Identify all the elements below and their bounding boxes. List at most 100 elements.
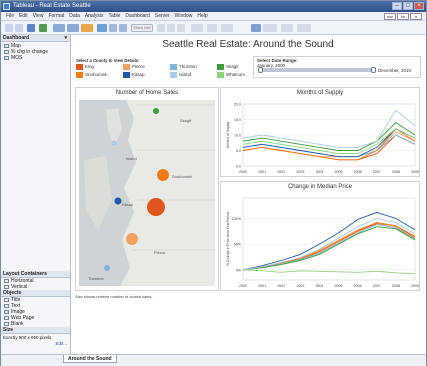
marks-card-icon[interactable] (263, 24, 277, 32)
legend-swatch (170, 72, 177, 78)
image-icon (4, 310, 9, 314)
x-tick-label: 2007 (373, 170, 381, 174)
x-tick-label: 2001 (258, 284, 266, 288)
clear-sheet-icon[interactable] (81, 24, 93, 32)
formula-icon[interactable] (297, 24, 311, 32)
county-bubble-whatcom[interactable] (153, 108, 159, 114)
map-label-snohomish: Snohomish (172, 174, 192, 179)
slider-end-handle[interactable] (371, 67, 376, 73)
x-tick-label: 2009 (411, 170, 419, 174)
menu-item-analysis[interactable]: Analysis (85, 12, 104, 20)
sort-ascending-icon[interactable] (109, 24, 117, 32)
menu-item-format[interactable]: Format (48, 12, 64, 20)
legend-label: Whatcom (226, 72, 246, 77)
menu-item-dashboard[interactable]: Dashboard (125, 12, 149, 20)
county-bubble-kitsap[interactable] (114, 197, 122, 205)
layout-containers-header: Layout Containers (1, 271, 70, 278)
date-range-slider[interactable] (258, 67, 376, 73)
months-of-supply-chart[interactable]: 0.0 5.0 10.0 15.0 20.0 2000 2001 2002 2003 2004 20… (221, 98, 421, 178)
legend-item-pierce[interactable]: Pierce (123, 64, 145, 70)
presentation-icon[interactable] (221, 24, 233, 32)
new-datasource-icon[interactable] (39, 24, 47, 32)
labels-icon[interactable] (177, 24, 185, 32)
legend-item-thurston[interactable]: Thurston (170, 64, 197, 70)
fix-axes-icon[interactable] (207, 24, 217, 32)
legend-item-whatcom[interactable]: Whatcom (217, 72, 245, 78)
change-in-median-price-chart[interactable]: 0% 50% 100% 2000 2001 2002 2003 2004 2005 2006 200… (221, 192, 421, 292)
duplicate-sheet-icon[interactable] (67, 24, 79, 32)
sort-descending-icon[interactable] (119, 24, 127, 32)
menu-item-file[interactable]: File (6, 12, 14, 20)
minimize-button[interactable]: – (392, 2, 402, 10)
legend-item-snohomish[interactable]: Snohomish (76, 72, 108, 78)
new-worksheet-icon[interactable] (53, 24, 65, 32)
menu-item-table[interactable]: Table (108, 12, 120, 20)
layout-header-label: Layout Containers (3, 271, 47, 277)
menu-item-data[interactable]: Data (69, 12, 80, 20)
menu-item-view[interactable]: View (33, 12, 44, 20)
x-tick-label: 2002 (277, 284, 285, 288)
sheet-tab-around-the-sound[interactable]: Around the Sound (63, 355, 117, 363)
change-in-median-price-panel: Change in Median Price 0% 50% 100% 2000 2001… (220, 181, 420, 291)
highlight-icon[interactable] (157, 24, 165, 32)
size-header: Size (1, 327, 70, 334)
map-label-skagit: Skagit (180, 118, 192, 123)
title-bar: Tableau - Real Estate Seattle – □ × (1, 1, 426, 12)
legend-item-skagit[interactable]: Skagit (217, 64, 239, 70)
fit-icon[interactable] (191, 24, 203, 32)
save-icon[interactable] (27, 24, 35, 32)
window-title: Tableau - Real Estate Seattle (13, 3, 91, 9)
legend-item-island[interactable]: Island (170, 72, 191, 78)
x-tick-label: 2003 (296, 170, 304, 174)
menu-item-server[interactable]: Server (155, 12, 170, 20)
swap-icon[interactable] (97, 24, 107, 32)
view-size-xxx[interactable]: xxx (384, 13, 396, 20)
slider-start-handle[interactable] (258, 67, 263, 73)
months-of-supply-panel: Months of Supply 0.0 5.0 10.0 15.0 20.0 2000 2… (220, 87, 420, 177)
undo-icon[interactable] (5, 24, 13, 32)
zoom-icon[interactable] (251, 24, 261, 32)
legend-item-king[interactable]: King (76, 64, 94, 70)
dashboard-panel-header: Dashboard ▾ (1, 35, 70, 42)
x-tick-label: 2007 (373, 284, 381, 288)
tooltip-icon[interactable] (281, 24, 293, 32)
county-bubble-thurston[interactable] (104, 265, 110, 271)
legend-swatch (76, 72, 83, 78)
worksheet-icon (4, 50, 9, 54)
show-me-button[interactable]: Show Me! (131, 24, 153, 32)
x-tick-label: 2008 (392, 284, 400, 288)
map-label-kitsap: Kitsap (122, 202, 134, 207)
y-tick-label: 50% (234, 243, 242, 247)
panel-pin-icon[interactable]: ▾ (64, 35, 67, 42)
maximize-button[interactable]: □ (403, 2, 413, 10)
size-edit-link[interactable]: Edit... (1, 341, 70, 346)
view-size-switch: xxx xx x (384, 13, 422, 20)
county-bubble-snohomish[interactable] (157, 169, 169, 181)
group-icon[interactable] (167, 24, 175, 32)
sheet-item-mos[interactable]: MOS (1, 55, 70, 61)
legend-label: Pierce (132, 64, 145, 69)
dashboard-side-panel: Dashboard ▾ Map % chg in change MOS Layo… (1, 35, 71, 354)
view-size-x[interactable]: x (410, 13, 422, 20)
sheet-item-label: MOS (11, 55, 23, 61)
x-tick-label: 2006 (354, 170, 362, 174)
legend-swatch (170, 64, 177, 70)
x-tick-label: 2002 (277, 170, 285, 174)
objects-header-label: Objects (3, 290, 22, 296)
legend-item-kitsap[interactable]: Kitsap (123, 72, 145, 78)
close-button[interactable]: × (414, 2, 424, 10)
y-tick-label: 10.0 (234, 134, 241, 138)
view-size-xx[interactable]: xx (397, 13, 409, 20)
menu-item-window[interactable]: Window (175, 12, 193, 20)
menu-item-edit[interactable]: Edit (19, 12, 28, 20)
map-view[interactable]: Skagit Island Snohomish Kitsap Pierce Th… (76, 100, 220, 290)
county-bubble-pierce[interactable] (126, 233, 138, 245)
x-tick-label: 2006 (354, 284, 362, 288)
county-bubble-island[interactable] (111, 140, 117, 146)
menu-item-help[interactable]: Help (197, 12, 207, 20)
x-tick-label: 2000 (239, 170, 247, 174)
redo-icon[interactable] (15, 24, 23, 32)
x-tick-label: 2005 (335, 284, 343, 288)
date-range-end: December, 2010 (378, 68, 412, 73)
county-bubble-king[interactable] (147, 198, 165, 216)
